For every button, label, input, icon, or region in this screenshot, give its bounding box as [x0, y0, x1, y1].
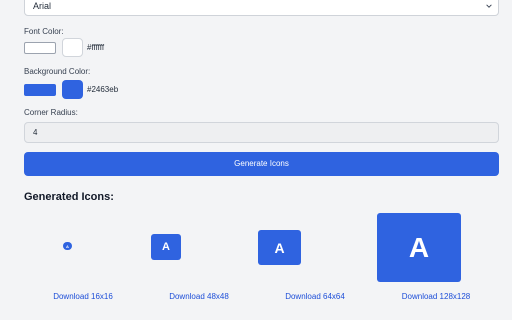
download-128-link[interactable]: Download 128x128 [386, 292, 486, 301]
icon-generator-page: Arial Font Color: #ffffff Background Col… [0, 0, 512, 320]
font-color-row: #ffffff [24, 38, 104, 57]
download-16-link[interactable]: Download 16x16 [38, 292, 128, 301]
generate-icons-button[interactable]: Generate Icons [24, 152, 499, 176]
icon-glyph: A [274, 239, 285, 256]
font-color-preview[interactable] [62, 38, 83, 57]
corner-radius-label: Corner Radius: [24, 108, 78, 117]
background-color-row: #2463eb [24, 80, 118, 99]
corner-radius-value: 4 [33, 128, 38, 137]
font-color-label: Font Color: [24, 27, 64, 36]
icon-preview-16: A [63, 242, 72, 250]
download-48-link[interactable]: Download 48x48 [154, 292, 244, 301]
icon-glyph: A [408, 231, 430, 263]
icon-preview-48: A [151, 234, 181, 260]
font-family-select[interactable]: Arial [24, 0, 499, 16]
chevron-down-icon [486, 4, 492, 8]
background-color-label: Background Color: [24, 67, 91, 76]
icon-preview-128: A [377, 213, 461, 282]
generated-icons-title: Generated Icons: [24, 191, 114, 203]
corner-radius-input[interactable]: 4 [24, 122, 499, 143]
font-color-picker[interactable] [24, 41, 56, 54]
font-color-hex: #ffffff [87, 43, 105, 52]
font-family-select-value: Arial [33, 1, 52, 11]
background-color-picker[interactable] [24, 83, 56, 96]
background-color-hex: #2463eb [87, 85, 119, 94]
icon-glyph: A [66, 243, 69, 249]
icon-glyph: A [162, 241, 170, 253]
icon-preview-64: A [258, 230, 301, 265]
background-color-preview[interactable] [62, 80, 83, 99]
download-64-link[interactable]: Download 64x64 [270, 292, 360, 301]
